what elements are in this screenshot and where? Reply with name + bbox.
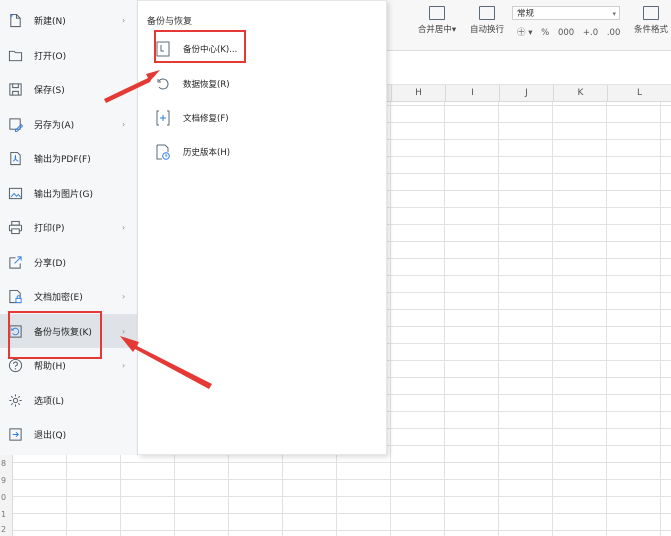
- chevron-right-icon: ›: [122, 15, 126, 25]
- decrease-decimal-button[interactable]: .00: [607, 28, 621, 38]
- gear-icon: [9, 393, 22, 407]
- chevron-right-icon: ›: [122, 326, 126, 336]
- menu-item-export-image[interactable]: 输出为图片(G): [0, 176, 137, 210]
- column-header-i[interactable]: I: [446, 85, 500, 101]
- submenu-item-label: 数据恢复(R): [183, 80, 230, 90]
- menu-item-print[interactable]: 打印(P) ›: [0, 210, 137, 244]
- row-number[interactable]: 9: [1, 476, 6, 485]
- percent-format-button[interactable]: %: [541, 28, 549, 38]
- conditional-format-label: 条件格式: [633, 25, 668, 35]
- menu-item-options[interactable]: 选项(L): [0, 383, 137, 417]
- column-header-j[interactable]: J: [500, 85, 554, 101]
- wrap-text-icon: [479, 6, 495, 20]
- merge-center-button[interactable]: 合并居中▾: [413, 6, 461, 35]
- menu-item-label: 保存(S): [34, 85, 65, 96]
- merge-center-label: 合并居中: [417, 25, 452, 35]
- conditional-format-icon: [643, 6, 659, 20]
- conditional-format-button[interactable]: 条件格式: [629, 6, 671, 35]
- merge-icon: [429, 6, 445, 20]
- column-header-k[interactable]: K: [554, 85, 608, 101]
- image-export-icon: [8, 187, 23, 199]
- help-icon: [8, 358, 23, 372]
- exit-icon: [9, 427, 22, 441]
- menu-item-label: 选项(L): [34, 396, 65, 407]
- merge-dropdown-arrow[interactable]: ▾: [452, 25, 456, 35]
- save-as-icon: [9, 117, 23, 132]
- folder-open-icon: [8, 50, 23, 61]
- menu-item-label: 打印(P): [34, 223, 65, 234]
- doc-repair-icon: [156, 110, 170, 126]
- number-format-buttons: ㊉ ▾ % 000 +.0 .00: [517, 26, 626, 38]
- increase-decimal-button[interactable]: +.0: [583, 28, 598, 38]
- submenu-item-data-recovery[interactable]: 数据恢复(R): [156, 73, 230, 95]
- chevron-right-icon: ›: [122, 222, 126, 232]
- submenu-item-history-version[interactable]: 历史版本(H): [156, 141, 230, 163]
- menu-item-label: 分享(D): [34, 258, 66, 269]
- wrap-text-button[interactable]: 自动换行: [465, 6, 509, 35]
- chevron-right-icon: ›: [122, 291, 126, 301]
- menu-item-label: 新建(N): [34, 16, 66, 27]
- column-header-bar: H I J K L: [385, 84, 671, 102]
- menu-item-encrypt[interactable]: 文档加密(E) ›: [0, 279, 137, 313]
- number-format-select[interactable]: 常规 ▾: [512, 6, 620, 20]
- row-header-bar: 8 9 0 1 2: [0, 455, 13, 536]
- menu-item-save[interactable]: 保存(S): [0, 72, 137, 106]
- menu-item-open[interactable]: 打开(O): [0, 38, 137, 72]
- menu-item-export-pdf[interactable]: 输出为PDF(F): [0, 141, 137, 175]
- print-icon: [8, 220, 23, 234]
- highlight-box-backup-restore: [8, 311, 102, 359]
- currency-format-button[interactable]: ㊉ ▾: [517, 28, 532, 38]
- menu-item-label: 文档加密(E): [34, 292, 83, 303]
- menu-item-exit[interactable]: 退出(Q): [0, 417, 137, 451]
- submenu-item-label: 历史版本(H): [183, 148, 231, 158]
- wrap-text-label: 自动换行: [469, 25, 504, 35]
- submenu-item-doc-repair[interactable]: 文档修复(F): [156, 107, 229, 129]
- menu-item-share[interactable]: 分享(D): [0, 245, 137, 279]
- number-format-value: 常规: [517, 9, 535, 19]
- new-file-icon: [9, 13, 21, 27]
- submenu-title: 备份与恢复: [147, 17, 193, 27]
- submenu-item-label: 文档修复(F): [183, 114, 229, 124]
- menu-item-label: 另存为(A): [34, 120, 75, 131]
- file-menu: 新建(N) › 打开(O) 保存(S) 另存为(A) › 输出为PDF(F) 输…: [0, 0, 138, 455]
- thousands-format-button[interactable]: 000: [558, 28, 574, 38]
- menu-item-label: 帮助(H): [34, 361, 66, 372]
- highlight-box-backup-center: [154, 30, 246, 63]
- column-header-h[interactable]: H: [392, 85, 446, 101]
- pdf-icon: [10, 151, 21, 165]
- menu-item-label: 退出(Q): [34, 430, 67, 441]
- chevron-down-icon: ▾: [612, 10, 616, 18]
- menu-item-label: 输出为PDF(F): [34, 154, 91, 165]
- row-number[interactable]: 8: [1, 459, 6, 468]
- row-number[interactable]: 2: [1, 525, 6, 534]
- history-version-icon: [156, 144, 170, 160]
- encrypt-icon: [9, 289, 22, 303]
- menu-item-save-as[interactable]: 另存为(A) ›: [0, 107, 137, 141]
- column-header-l[interactable]: L: [608, 85, 671, 101]
- row-number[interactable]: 1: [1, 510, 6, 519]
- share-icon: [9, 255, 22, 269]
- menu-item-label: 打开(O): [34, 51, 67, 62]
- menu-item-new[interactable]: 新建(N) ›: [0, 3, 137, 37]
- chevron-right-icon: ›: [122, 119, 126, 129]
- menu-item-label: 输出为图片(G): [34, 189, 93, 200]
- save-icon: [9, 82, 22, 96]
- data-recovery-icon: [157, 78, 169, 90]
- row-number[interactable]: 0: [1, 493, 6, 502]
- backup-restore-submenu: 备份与恢复 备份中心(K)... 数据恢复(R) 文档修复(F) 历史版本(H): [138, 0, 387, 455]
- chevron-right-icon: ›: [122, 360, 126, 370]
